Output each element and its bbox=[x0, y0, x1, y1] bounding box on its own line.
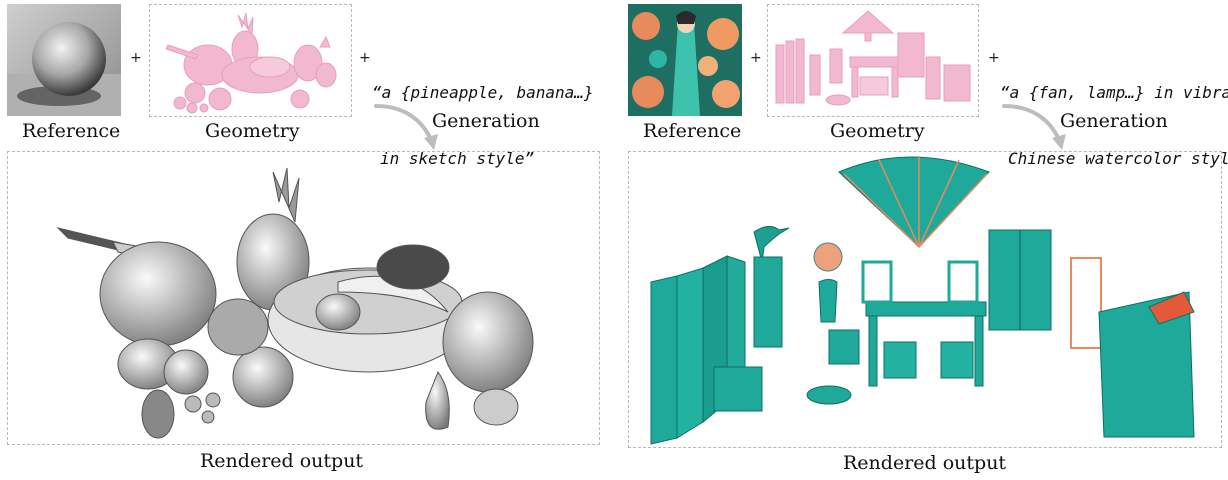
watercolor-furniture-render-image bbox=[650, 156, 1195, 445]
left-geometry-box bbox=[149, 4, 352, 117]
plus-sign: + bbox=[750, 50, 762, 66]
right-geometry-box bbox=[767, 4, 979, 117]
left-reference-label: Reference bbox=[22, 120, 121, 142]
plus-sign: + bbox=[359, 50, 371, 66]
furniture-geometry-image bbox=[775, 10, 971, 106]
right-reference-label: Reference bbox=[643, 120, 742, 142]
right-output-box bbox=[628, 151, 1222, 448]
left-geometry-label: Geometry bbox=[205, 120, 300, 142]
left-output-caption: Rendered output bbox=[200, 450, 364, 472]
right-reference-image bbox=[628, 4, 742, 116]
plus-sign: + bbox=[988, 50, 1000, 66]
left-generation-label: Generation bbox=[432, 110, 540, 132]
left-output-box bbox=[7, 151, 600, 445]
left-reference-image bbox=[7, 4, 121, 116]
plus-sign: + bbox=[130, 50, 142, 66]
fruit-geometry-image bbox=[165, 12, 337, 114]
right-generation-label: Generation bbox=[1060, 110, 1168, 132]
right-output-caption: Rendered output bbox=[843, 452, 1007, 474]
sketch-fruit-render-image bbox=[56, 167, 534, 439]
right-geometry-label: Geometry bbox=[830, 120, 925, 142]
